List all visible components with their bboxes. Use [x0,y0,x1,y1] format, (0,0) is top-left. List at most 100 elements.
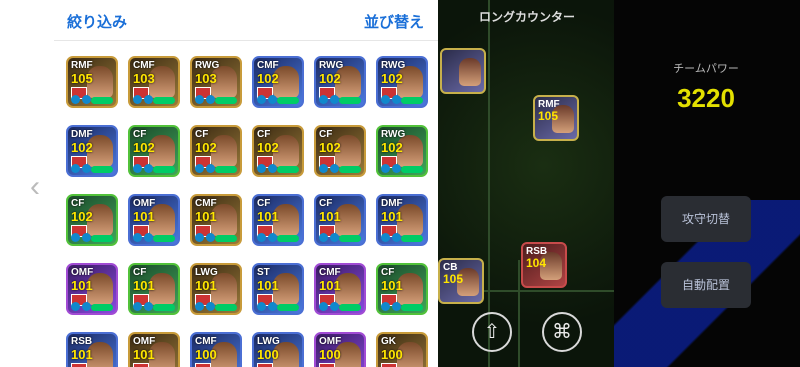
player-card[interactable]: CF 101 [376,263,428,315]
skill-icon [319,95,328,104]
skill-icon [392,233,401,242]
card-indicator-icon [339,166,361,173]
player-rating: 100 [257,347,279,362]
field-player-card[interactable]: RSB 104 [521,242,567,288]
skill-icon [82,164,91,173]
player-position: RWG [195,60,220,71]
player-card[interactable]: CF 101 [252,194,304,246]
player-position: CF [133,267,147,278]
camera-icon[interactable]: ⌘ [542,312,582,352]
player-card[interactable]: CF 102 [128,125,180,177]
player-rating: 102 [381,140,403,155]
card-indicator-icon [277,97,299,104]
player-rating: 100 [319,347,341,362]
player-list-panel: 絞り込み 並び替え RMF 105 CMF 103 RWG 103 CMF 102 RWG 102… [54,0,438,367]
card-indicator-icon [91,97,113,104]
skill-icon [381,302,390,311]
player-position: OMF [71,267,94,278]
player-card[interactable]: OMF 101 [128,194,180,246]
player-card[interactable]: RWG 102 [314,56,366,108]
country-flag-icon [319,363,335,367]
skill-icon [82,233,91,242]
skill-icon [195,233,204,242]
player-card[interactable]: GK 100 [376,332,428,367]
player-rating: 101 [257,278,279,293]
player-card[interactable]: DMF 101 [376,194,428,246]
player-card[interactable]: CF 102 [314,125,366,177]
player-position: OMF [133,198,156,209]
card-indicator-icon [91,235,113,242]
player-rating: 102 [195,140,217,155]
player-rating: 102 [319,71,341,86]
player-card[interactable]: RMF 105 [66,56,118,108]
player-card[interactable]: OMF 101 [66,263,118,315]
player-card[interactable]: CMF 103 [128,56,180,108]
country-flag-icon [257,363,273,367]
skill-icon [144,233,153,242]
card-indicator-icon [339,304,361,311]
player-rating: 101 [381,278,403,293]
field-player-card[interactable] [440,48,486,94]
player-card[interactable]: LWG 101 [190,263,242,315]
player-rating: 101 [71,347,93,362]
player-card[interactable]: CMF 101 [190,194,242,246]
pitch-line [518,260,520,367]
player-card[interactable]: CMF 100 [190,332,242,367]
skill-icon [392,164,401,173]
player-rating: 102 [133,140,155,155]
player-rating: 105 [538,109,559,123]
attack-defense-toggle-button[interactable]: 攻守切替 [661,196,751,242]
player-position: CF [257,129,271,140]
player-position: RWG [381,60,406,71]
player-card[interactable]: CMF 101 [314,263,366,315]
player-position: DMF [381,198,403,209]
player-rating: 105 [71,71,93,86]
player-card[interactable]: CF 102 [66,194,118,246]
card-indicator-icon [153,97,175,104]
player-card[interactable]: RSB 101 [66,332,118,367]
card-indicator-icon [215,304,237,311]
field-player-card[interactable]: RMF 105 [533,95,579,141]
skill-icon [133,302,142,311]
filter-button[interactable]: 絞り込み [67,11,127,32]
sort-button[interactable]: 並び替え [364,11,424,32]
auto-place-button[interactable]: 自動配置 [661,262,751,308]
player-card[interactable]: CF 102 [252,125,304,177]
up-arrow-icon[interactable]: ⇧ [472,312,512,352]
skill-icon [195,95,204,104]
player-position: CMF [257,60,279,71]
player-rating: 102 [257,140,279,155]
player-position: CF [257,198,271,209]
player-rating: 101 [71,278,93,293]
skill-icon [392,302,401,311]
card-indicator-icon [153,304,175,311]
player-rating: 101 [257,209,279,224]
skill-icon [319,302,328,311]
player-card[interactable]: OMF 101 [128,332,180,367]
player-card[interactable]: OMF 100 [314,332,366,367]
skill-icon [71,95,80,104]
skill-icon [381,164,390,173]
skill-icon [268,233,277,242]
player-position: CMF [133,60,155,71]
card-indicator-icon [277,304,299,311]
player-rating: 101 [319,278,341,293]
player-card[interactable]: DMF 102 [66,125,118,177]
player-card[interactable]: LWG 100 [252,332,304,367]
player-card[interactable]: CMF 102 [252,56,304,108]
chevron-left-icon[interactable]: ‹ [30,170,46,204]
player-card[interactable]: RWG 102 [376,125,428,177]
skill-icon [268,302,277,311]
player-card[interactable]: RWG 102 [376,56,428,108]
player-rating: 101 [195,209,217,224]
player-card[interactable]: RWG 103 [190,56,242,108]
player-card[interactable]: CF 101 [128,263,180,315]
player-card[interactable]: ST 101 [252,263,304,315]
field-player-card[interactable]: CB 105 [438,258,484,304]
skill-icon [381,95,390,104]
skill-icon [71,164,80,173]
player-card[interactable]: CF 101 [314,194,366,246]
player-card[interactable]: CF 102 [190,125,242,177]
player-rating: 102 [257,71,279,86]
player-rating: 102 [381,71,403,86]
